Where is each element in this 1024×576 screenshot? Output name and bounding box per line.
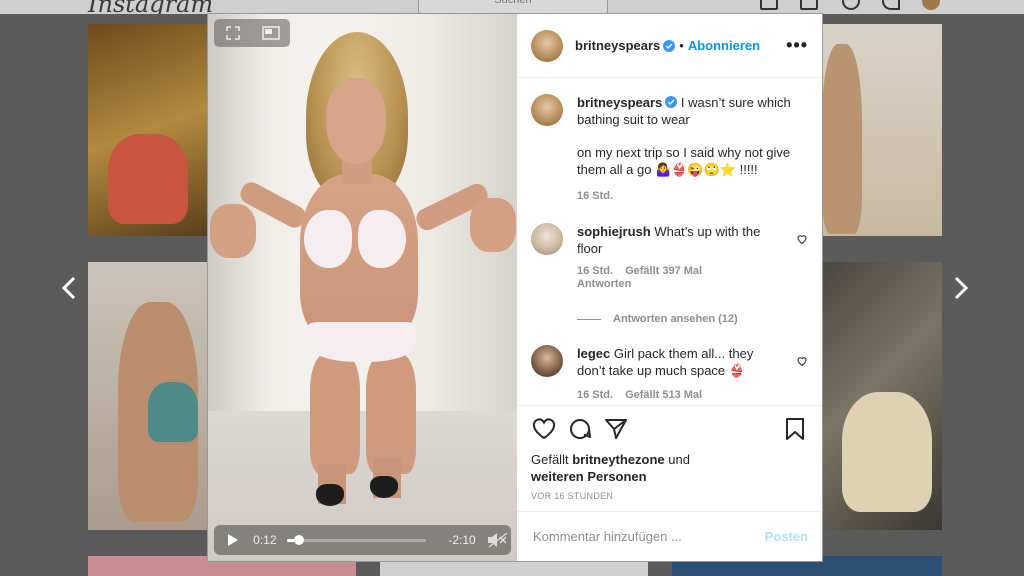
- video-controls: 0:12 -2:10: [214, 525, 511, 555]
- comment: legec Girl pack them all... they don’t t…: [531, 345, 808, 404]
- explore-icon[interactable]: [842, 0, 860, 10]
- post-timestamp[interactable]: VOR 16 STUNDEN: [517, 485, 822, 501]
- post-button[interactable]: Posten: [765, 529, 808, 544]
- view-replies-button[interactable]: Antworten ansehen (12): [577, 313, 808, 325]
- comment-input[interactable]: [531, 528, 765, 545]
- liked-user[interactable]: britneythezone: [572, 452, 664, 467]
- liked-and: und: [668, 452, 690, 467]
- caption-time: 16 Std.: [577, 190, 614, 202]
- view-replies-label: Antworten ansehen (12): [613, 313, 738, 325]
- comment-time: 16 Std.: [577, 389, 614, 401]
- video-tools: [214, 19, 290, 47]
- activity-icon[interactable]: [882, 0, 900, 10]
- progress-slider[interactable]: [286, 534, 427, 545]
- chevron-right-icon[interactable]: [948, 274, 972, 302]
- grid-thumbnail[interactable]: [88, 24, 208, 236]
- profile-avatar[interactable]: [922, 0, 940, 10]
- fullscreen-icon[interactable]: [224, 25, 242, 41]
- caption-username[interactable]: britneyspears: [577, 95, 662, 110]
- separator-dot: •: [679, 38, 684, 53]
- grid-thumbnail[interactable]: [822, 262, 942, 530]
- chevron-left-icon[interactable]: [58, 274, 82, 302]
- direct-icon[interactable]: [800, 0, 818, 10]
- heart-icon[interactable]: [531, 416, 557, 442]
- verified-badge-icon: [663, 39, 676, 52]
- post-details-panel: britneyspears • Abonnieren ••• britneysp…: [517, 14, 822, 561]
- avatar[interactable]: [531, 29, 563, 62]
- follow-button[interactable]: Abonnieren: [688, 38, 760, 53]
- heart-icon[interactable]: [796, 355, 808, 367]
- post-header: britneyspears • Abonnieren •••: [517, 14, 822, 78]
- avatar[interactable]: [531, 223, 563, 255]
- comment-username[interactable]: sophiejrush: [577, 224, 651, 239]
- home-icon[interactable]: [760, 0, 778, 10]
- liked-prefix: Gefällt: [531, 452, 569, 467]
- liked-others[interactable]: weiteren Personen: [531, 469, 647, 484]
- post-username[interactable]: britneyspears: [575, 38, 660, 53]
- instagram-logo: Instagram: [88, 0, 214, 14]
- comment-likes[interactable]: Gefällt 513 Mal: [625, 389, 702, 401]
- grid-thumbnail[interactable]: [822, 24, 942, 236]
- progress-knob[interactable]: [294, 534, 305, 545]
- caption: britneyspears I wasn’t sure which bathin…: [531, 94, 808, 205]
- background-header: Instagram Suchen: [0, 0, 1024, 14]
- remaining-time: -2:10: [448, 533, 476, 547]
- comment-icon[interactable]: [567, 416, 593, 442]
- add-comment-bar: Posten: [517, 511, 822, 561]
- share-icon[interactable]: [603, 416, 629, 442]
- bookmark-icon[interactable]: [782, 416, 808, 442]
- comment-username[interactable]: legec: [577, 346, 610, 361]
- current-time: 0:12: [253, 533, 277, 547]
- search-input[interactable]: Suchen: [418, 0, 608, 14]
- reply-button[interactable]: Antworten: [577, 278, 631, 290]
- post-modal: 0:12 -2:10 britneyspears • Abonnieren ••…: [207, 13, 823, 562]
- avatar[interactable]: [531, 345, 563, 377]
- grid-thumbnail[interactable]: [88, 262, 208, 530]
- more-options-icon[interactable]: •••: [786, 35, 808, 56]
- comment-likes[interactable]: Gefällt 397 Mal: [625, 265, 702, 277]
- comments-list[interactable]: britneyspears I wasn’t sure which bathin…: [517, 78, 822, 405]
- picture-in-picture-icon[interactable]: [262, 25, 280, 41]
- heart-icon[interactable]: [796, 233, 808, 245]
- avatar[interactable]: [531, 94, 563, 126]
- likes-summary: Gefällt britneythezone und weiteren Pers…: [517, 451, 822, 485]
- caption-text-line2: on my next trip so I said why not give t…: [577, 145, 791, 177]
- comment: sophiejrush What’s up with the floor 16 …: [531, 223, 808, 291]
- play-icon[interactable]: [218, 525, 247, 555]
- action-bar: [517, 405, 822, 451]
- mute-icon[interactable]: [486, 530, 511, 550]
- video-player[interactable]: 0:12 -2:10: [208, 14, 517, 561]
- verified-badge-icon: [665, 96, 678, 108]
- comment-time: 16 Std.: [577, 265, 614, 277]
